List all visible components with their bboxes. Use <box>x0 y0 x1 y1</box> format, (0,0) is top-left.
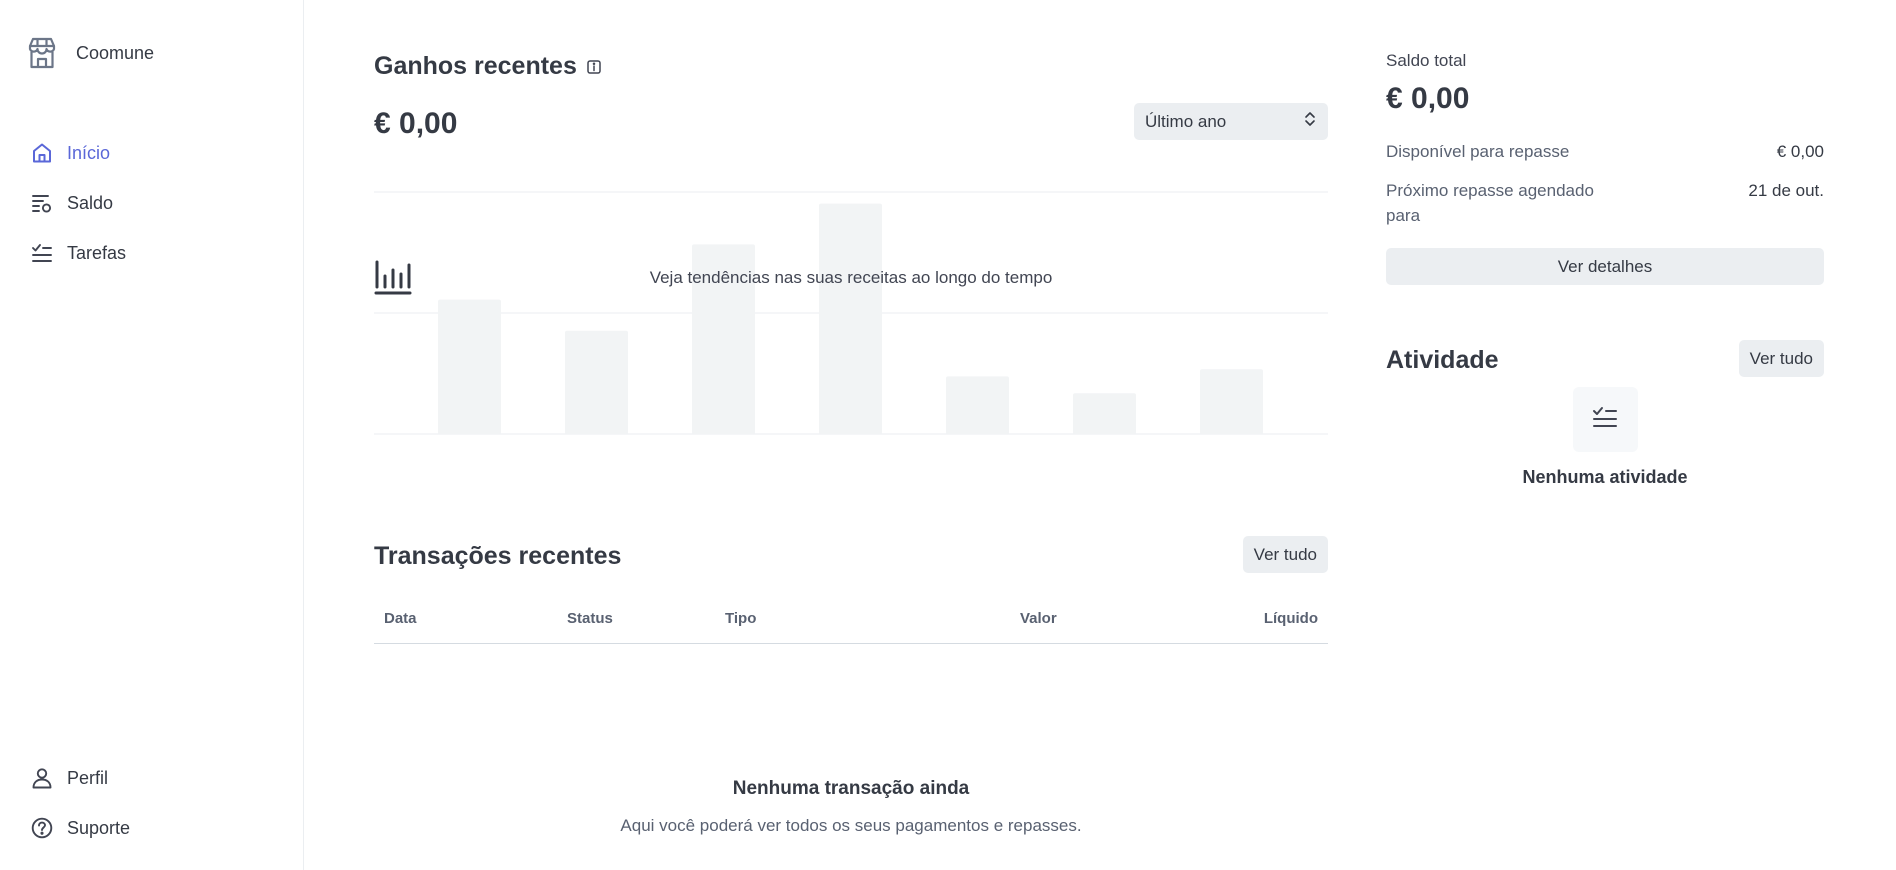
view-details-button[interactable]: Ver detalhes <box>1386 248 1824 285</box>
activity-icon-box <box>1572 387 1638 452</box>
transactions-header: Transações recentes Ver tudo <box>374 536 1328 574</box>
home-icon <box>30 141 54 165</box>
sidebar-item-tarefas[interactable]: Tarefas <box>0 228 303 278</box>
next-payout-label: Próximo repasse agendado para <box>1386 181 1594 225</box>
earnings-chart-svg <box>374 191 1328 435</box>
chart-bar <box>1200 369 1263 434</box>
chart-empty-state: Veja tendências nas suas receitas ao lon… <box>374 258 1328 295</box>
transactions-table-header: Data Status Tipo Valor Líquido <box>374 603 1328 644</box>
brand[interactable]: Coomune <box>26 36 154 70</box>
available-label: Disponível para repasse <box>1386 142 1570 161</box>
available-value: € 0,00 <box>1776 142 1824 161</box>
transactions-empty-title: Nenhuma transação ainda <box>732 778 970 799</box>
sidebar-item-label: Perfil <box>67 767 109 788</box>
sidebar-item-label: Tarefas <box>67 242 127 263</box>
sidebar-item-suporte[interactable]: Suporte <box>0 803 303 853</box>
transactions-empty-state: Nenhuma transação ainda Aqui você poderá… <box>374 778 1328 836</box>
next-payout-value: 21 de out. <box>1748 181 1824 200</box>
help-icon <box>30 816 54 840</box>
tasks-icon <box>30 241 54 265</box>
store-icon <box>26 36 58 70</box>
transactions-empty-subtitle: Aqui você poderá ver todos os seus pagam… <box>620 816 1082 835</box>
earnings-chart: Veja tendências nas suas receitas ao lon… <box>374 190 1328 436</box>
period-select[interactable]: Último ano <box>1134 103 1328 140</box>
sidebar-item-label: Início <box>67 142 111 163</box>
chart-bar <box>946 376 1009 434</box>
chart-bar <box>565 330 628 434</box>
activity-title: Atividade <box>1386 346 1499 374</box>
chevron-up-down-icon <box>1304 111 1316 132</box>
info-icon[interactable] <box>587 59 603 75</box>
balance-icon <box>30 191 54 215</box>
sidebar-item-saldo[interactable]: Saldo <box>0 178 303 228</box>
chart-empty-message: Veja tendências nas suas receitas ao lon… <box>649 268 1053 287</box>
chart-bar <box>438 299 501 434</box>
column-header-status[interactable]: Status <box>567 610 613 627</box>
activity-view-all-button[interactable]: Ver tudo <box>1738 340 1824 377</box>
chart-bar <box>1073 393 1136 434</box>
brand-name: Coomune <box>76 42 155 63</box>
sidebar-item-label: Saldo <box>67 192 114 213</box>
main-nav: Início Saldo Tarefas <box>0 128 303 278</box>
balance-label: Saldo total <box>1386 51 1467 70</box>
column-header-valor[interactable]: Valor <box>1020 610 1057 627</box>
user-icon <box>30 766 54 790</box>
chart-bar <box>819 203 882 434</box>
earnings-header: Ganhos recentes <box>374 52 603 81</box>
activity-empty-title: Nenhuma atividade <box>1522 467 1688 487</box>
period-select-value: Último ano <box>1145 111 1227 131</box>
sidebar: Coomune Início Saldo Tarefas Perfil Supo… <box>0 0 304 870</box>
sidebar-item-inicio[interactable]: Início <box>0 128 303 178</box>
activity-empty-state: Nenhuma atividade <box>1386 387 1824 488</box>
transactions-title: Transações recentes <box>374 542 622 570</box>
transactions-view-all-button[interactable]: Ver tudo <box>1242 536 1328 573</box>
column-header-liquido[interactable]: Líquido <box>1264 610 1318 627</box>
activity-header: Atividade Ver tudo <box>1386 340 1824 377</box>
column-header-tipo[interactable]: Tipo <box>725 610 756 627</box>
balance-amount: € 0,00 <box>1386 82 1470 115</box>
bottom-nav: Perfil Suporte <box>0 753 303 853</box>
tasks-icon <box>1592 405 1618 434</box>
column-header-data[interactable]: Data <box>384 610 417 627</box>
earnings-amount: € 0,00 <box>374 107 458 140</box>
sidebar-item-perfil[interactable]: Perfil <box>0 753 303 803</box>
sidebar-item-label: Suporte <box>67 817 131 838</box>
earnings-title: Ganhos recentes <box>374 52 577 80</box>
